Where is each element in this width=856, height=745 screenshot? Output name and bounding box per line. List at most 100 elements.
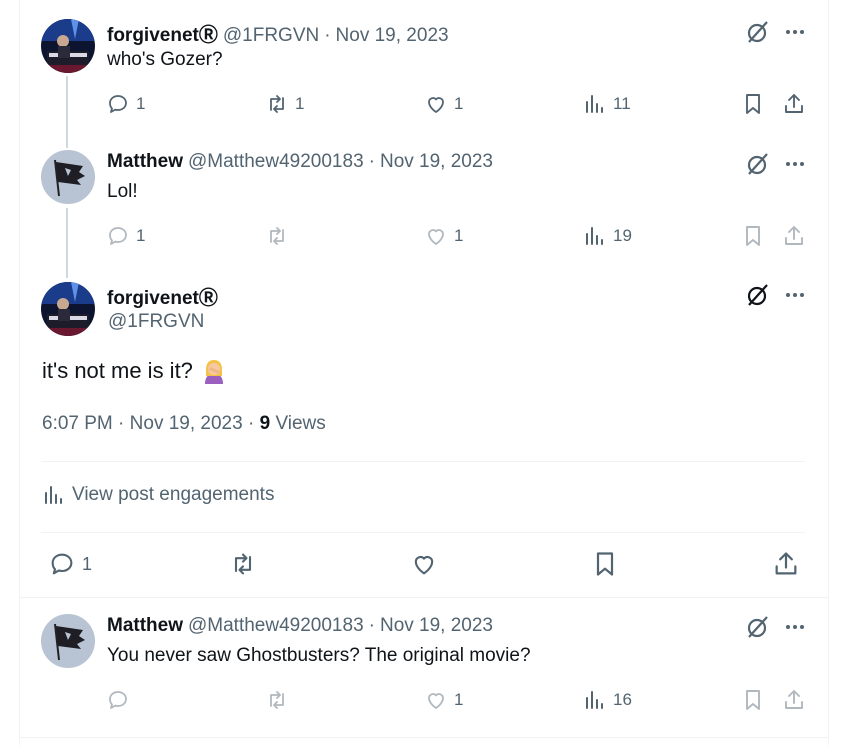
reply-icon (109, 227, 127, 245)
share-icon (785, 690, 803, 709)
tweet-header: forgivenetⓇ @1FRGVN · Nov 19, 2023 (107, 20, 449, 47)
like-button[interactable]: 1 (424, 92, 463, 116)
main-tweet-header: forgivenetⓇ (107, 283, 218, 310)
divider (19, 597, 829, 598)
divider (19, 737, 829, 738)
more-icon[interactable] (783, 20, 807, 44)
analytics-icon (586, 691, 603, 709)
tweet-date[interactable]: Nov 19, 2023 (130, 413, 243, 434)
more-icon[interactable] (783, 152, 807, 176)
view-engagements-link[interactable]: View post engagements (42, 483, 274, 507)
display-name[interactable]: forgivenetⓇ (107, 20, 218, 47)
tweet-top-icons (745, 614, 807, 640)
repost-count: 1 (295, 94, 305, 113)
reply-button[interactable]: 1 (106, 224, 145, 248)
share-button[interactable] (782, 224, 806, 248)
like-count: 1 (454, 226, 464, 245)
views-count: 16 (613, 690, 632, 709)
separator: · (118, 413, 125, 434)
heart-icon (428, 229, 444, 245)
tattered-flag-avatar (41, 150, 95, 204)
share-button[interactable] (772, 550, 800, 578)
repost-icon (270, 691, 284, 709)
divider (41, 461, 805, 462)
repost-button[interactable] (265, 224, 289, 248)
separator: · (324, 25, 331, 46)
handle[interactable]: @1FRGVN (108, 311, 204, 333)
bookmark-icon (746, 226, 760, 246)
display-name[interactable]: Matthew (107, 615, 183, 637)
views-button[interactable]: 19 (583, 224, 632, 248)
repost-button[interactable]: 1 (265, 92, 304, 116)
repost-icon (270, 227, 284, 245)
share-icon (775, 552, 797, 575)
more-icon[interactable] (783, 283, 807, 307)
divider (41, 532, 805, 533)
avatar[interactable] (41, 282, 95, 336)
views-button[interactable]: 16 (583, 688, 632, 712)
bookmark-button[interactable] (741, 688, 765, 712)
share-button[interactable] (782, 92, 806, 116)
tweet-time[interactable]: 6:07 PM (42, 413, 113, 434)
views-button[interactable]: 11 (583, 92, 631, 116)
reply-button[interactable]: 1 (106, 92, 145, 116)
handle[interactable]: @Matthew49200183 (188, 151, 364, 173)
separator: · (368, 615, 375, 636)
avatar[interactable] (41, 150, 95, 204)
analytics-icon (45, 486, 62, 504)
like-count: 1 (454, 690, 464, 709)
timestamp[interactable]: Nov 19, 2023 (336, 25, 449, 47)
reply-count: 1 (136, 226, 146, 245)
avatar[interactable] (41, 19, 95, 73)
timestamp[interactable]: Nov 19, 2023 (380, 151, 493, 173)
views-count: 11 (613, 94, 631, 113)
tweet-text: You never saw Ghostbusters? The original… (107, 645, 531, 666)
grok-icon[interactable] (745, 151, 771, 177)
tweet-top-icons (745, 282, 807, 308)
tweet-meta: 6:07 PM · Nov 19, 2023 · 9 Views (42, 413, 326, 435)
tweet-header: Matthew @Matthew49200183 · Nov 19, 2023 (107, 615, 493, 637)
like-button[interactable] (410, 550, 438, 578)
display-name[interactable]: forgivenetⓇ (107, 283, 218, 310)
views-count: 9 (259, 413, 271, 434)
bookmark-button[interactable] (741, 92, 765, 116)
repost-button[interactable] (265, 688, 289, 712)
share-icon (785, 226, 803, 245)
grok-icon[interactable] (745, 614, 771, 640)
more-icon[interactable] (783, 615, 807, 639)
thread-line (66, 208, 68, 278)
reply-icon (109, 95, 127, 113)
main-tweet-text: it's not me is it? (42, 358, 193, 383)
grok-icon[interactable] (745, 282, 771, 308)
tweet-header: Matthew @Matthew49200183 · Nov 19, 2023 (107, 151, 493, 173)
analytics-icon (586, 95, 603, 113)
share-button[interactable] (782, 688, 806, 712)
bookmark-button[interactable] (591, 550, 619, 578)
reply-button[interactable] (106, 688, 130, 712)
timestamp[interactable]: Nov 19, 2023 (380, 615, 493, 637)
bookmark-icon (746, 94, 760, 114)
tweet-top-icons (745, 151, 807, 177)
heart-icon (414, 556, 434, 575)
like-button[interactable]: 1 (424, 688, 463, 712)
views-count: 19 (613, 226, 632, 245)
reply-count: 1 (82, 553, 93, 574)
reply-button[interactable]: 1 (48, 550, 92, 578)
tweet-text: who's Gozer? (107, 49, 223, 70)
avatar[interactable] (41, 614, 95, 668)
grok-icon[interactable] (745, 19, 771, 45)
reply-icon (109, 691, 127, 709)
thread-line (66, 76, 68, 148)
display-name[interactable]: Matthew (107, 151, 183, 173)
handle[interactable]: @Matthew49200183 (188, 615, 364, 637)
separator: · (368, 151, 375, 172)
like-button[interactable]: 1 (424, 224, 463, 248)
bookmark-icon (596, 552, 614, 576)
reply-count: 1 (136, 94, 146, 113)
heart-icon (428, 693, 444, 709)
repost-button[interactable] (229, 550, 257, 578)
woman-facepalming-emoji (204, 360, 223, 384)
bookmark-button[interactable] (741, 224, 765, 248)
handle[interactable]: @1FRGVN (223, 25, 319, 47)
piano-player-avatar (41, 19, 95, 73)
